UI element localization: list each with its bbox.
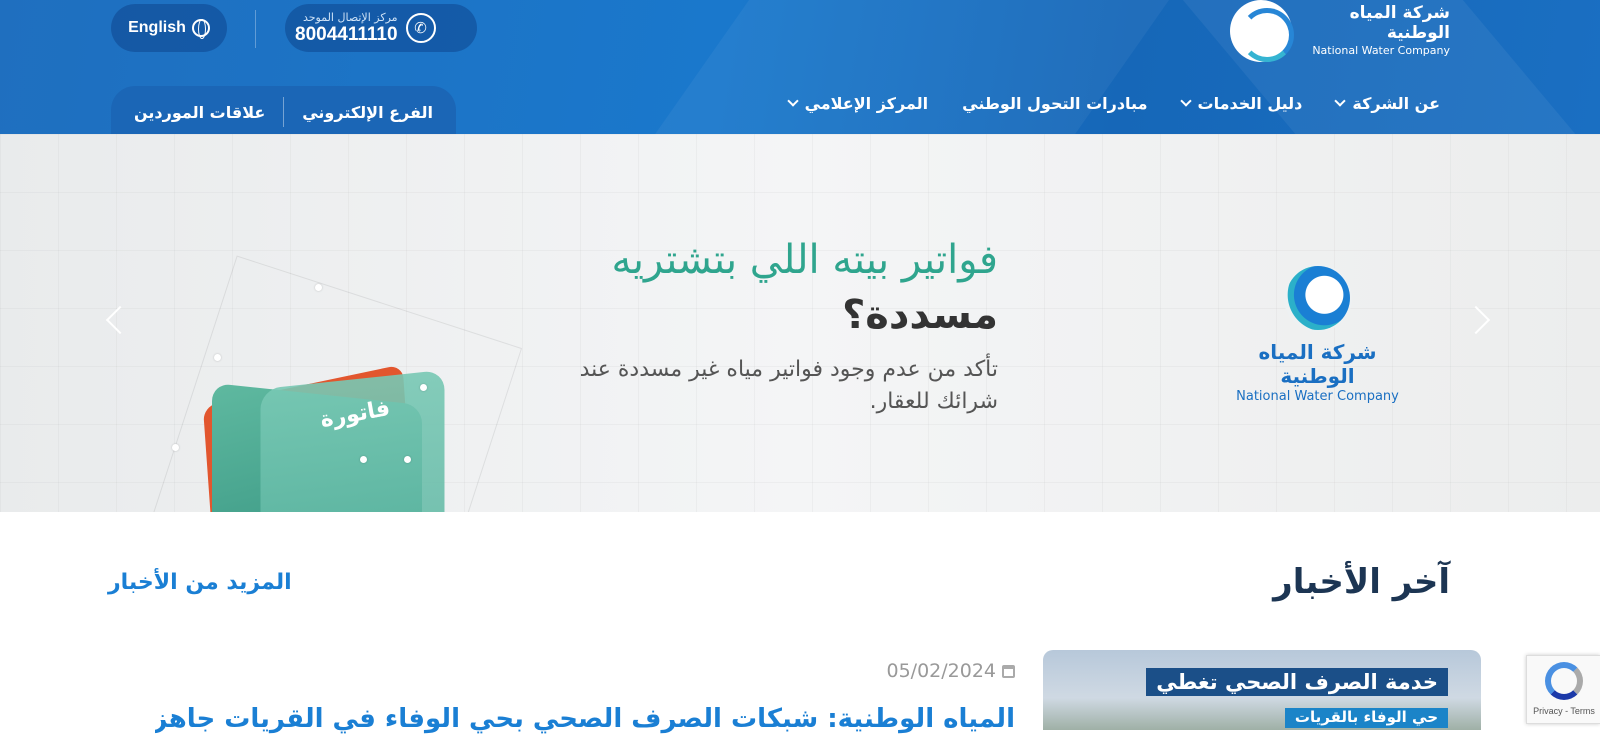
nav-item-about[interactable]: عن الشركة: [1334, 93, 1440, 113]
more-news-link[interactable]: المزيد من الأخبار: [100, 570, 292, 600]
wireframe-node: [360, 456, 367, 463]
recaptcha-badge[interactable]: Privacy - Terms: [1526, 655, 1600, 724]
news-image-title: خدمة الصرف الصحي تغطي: [1146, 668, 1448, 696]
nav-item-initiatives[interactable]: مبادرات التحول الوطني: [962, 94, 1147, 113]
hero-slider: شركة المياه الوطنية National Water Compa…: [0, 134, 1600, 512]
wireframe-node: [420, 384, 427, 391]
nav-item-services[interactable]: دليل الخدمات: [1179, 93, 1303, 113]
supplier-relations-link[interactable]: علاقات الموردين: [134, 103, 265, 122]
contact-number: 8004411110: [295, 23, 398, 45]
news-heading: آخر الأخبار: [1273, 562, 1450, 602]
calendar-icon: [1002, 664, 1015, 678]
main-nav: عن الشركة دليل الخدمات مبادرات التحول ال…: [786, 88, 1440, 118]
chevron-down-icon: [1179, 95, 1192, 107]
contact-text: مركز الإتصال الموحد 8004411110: [295, 11, 398, 46]
wireframe-node: [172, 444, 179, 451]
portal-divider: [283, 97, 285, 127]
company-logo[interactable]: شركة المياه الوطنية National Water Compa…: [1230, 0, 1450, 62]
slider-prev-arrow-icon[interactable]: [105, 305, 135, 335]
nav-item-label: عن الشركة: [1352, 93, 1440, 113]
contact-center[interactable]: مركز الإتصال الموحد 8004411110 ✆: [285, 4, 477, 52]
hero-logo-name-en: National Water Company: [1236, 389, 1399, 404]
chevron-down-icon: [1334, 95, 1347, 107]
hero-title-line2: مسددة؟: [842, 292, 998, 338]
nav-item-media-center[interactable]: المركز الإعلامي: [786, 93, 929, 113]
nav-item-label: المركز الإعلامي: [804, 93, 929, 113]
header-divider: [255, 10, 256, 48]
bill-illustration: فاتورة ?: [137, 255, 523, 512]
chevron-down-icon: [786, 95, 799, 107]
news-title-link[interactable]: المياه الوطنية: شبكات الصرف الصحي بحي ال…: [155, 704, 1015, 734]
site-header: شركة المياه الوطنية National Water Compa…: [0, 0, 1600, 134]
logo-name-ar: شركة المياه الوطنية: [1349, 3, 1450, 43]
contact-label: مركز الإتصال الموحد: [302, 10, 398, 24]
hero-logo: شركة المياه الوطنية National Water Compa…: [1235, 264, 1400, 406]
hero-logo-name-ar: شركة المياه الوطنية: [1258, 340, 1377, 388]
language-label: English: [128, 19, 186, 36]
logo-emblem-icon: [1230, 0, 1294, 62]
logo-emblem-icon: [1283, 264, 1352, 332]
slider-next-arrow-icon[interactable]: [1461, 305, 1491, 335]
news-date-text: 05/02/2024: [886, 660, 996, 682]
nav-item-label: دليل الخدمات: [1197, 93, 1303, 113]
news-date: 05/02/2024: [886, 660, 1015, 682]
wireframe-node: [315, 284, 322, 291]
hero-description: تأكد من عدم وجود فواتير مياه غير مسددة ع…: [579, 357, 998, 414]
hero-title-line1: فواتير بيته اللي بتشتريه: [611, 237, 998, 283]
recaptcha-icon: [1545, 662, 1583, 700]
language-switch-button[interactable]: English: [111, 4, 227, 52]
portal-links: الفرع الإلكتروني علاقات الموردين: [111, 86, 456, 134]
eservices-link[interactable]: الفرع الإلكتروني: [302, 103, 433, 122]
news-image[interactable]: خدمة الصرف الصحي تغطي حي الوفاء بالقريات: [1043, 650, 1481, 730]
globe-icon: [191, 19, 210, 39]
wireframe-node: [214, 354, 221, 361]
hero-text: فواتير بيته اللي بتشتريه مسددة؟ تأكد من …: [578, 232, 998, 418]
recaptcha-links[interactable]: Privacy - Terms: [1527, 706, 1600, 716]
logo-name-en: National Water Company: [1312, 44, 1450, 57]
news-image-subtitle: حي الوفاء بالقريات: [1284, 708, 1448, 728]
nav-item-label: مبادرات التحول الوطني: [962, 93, 1148, 113]
logo-text: شركة المياه الوطنية National Water Compa…: [1300, 3, 1450, 59]
phone-icon: ✆: [405, 13, 436, 43]
wireframe-node: [404, 456, 411, 463]
bill-paper-light: [260, 369, 445, 512]
